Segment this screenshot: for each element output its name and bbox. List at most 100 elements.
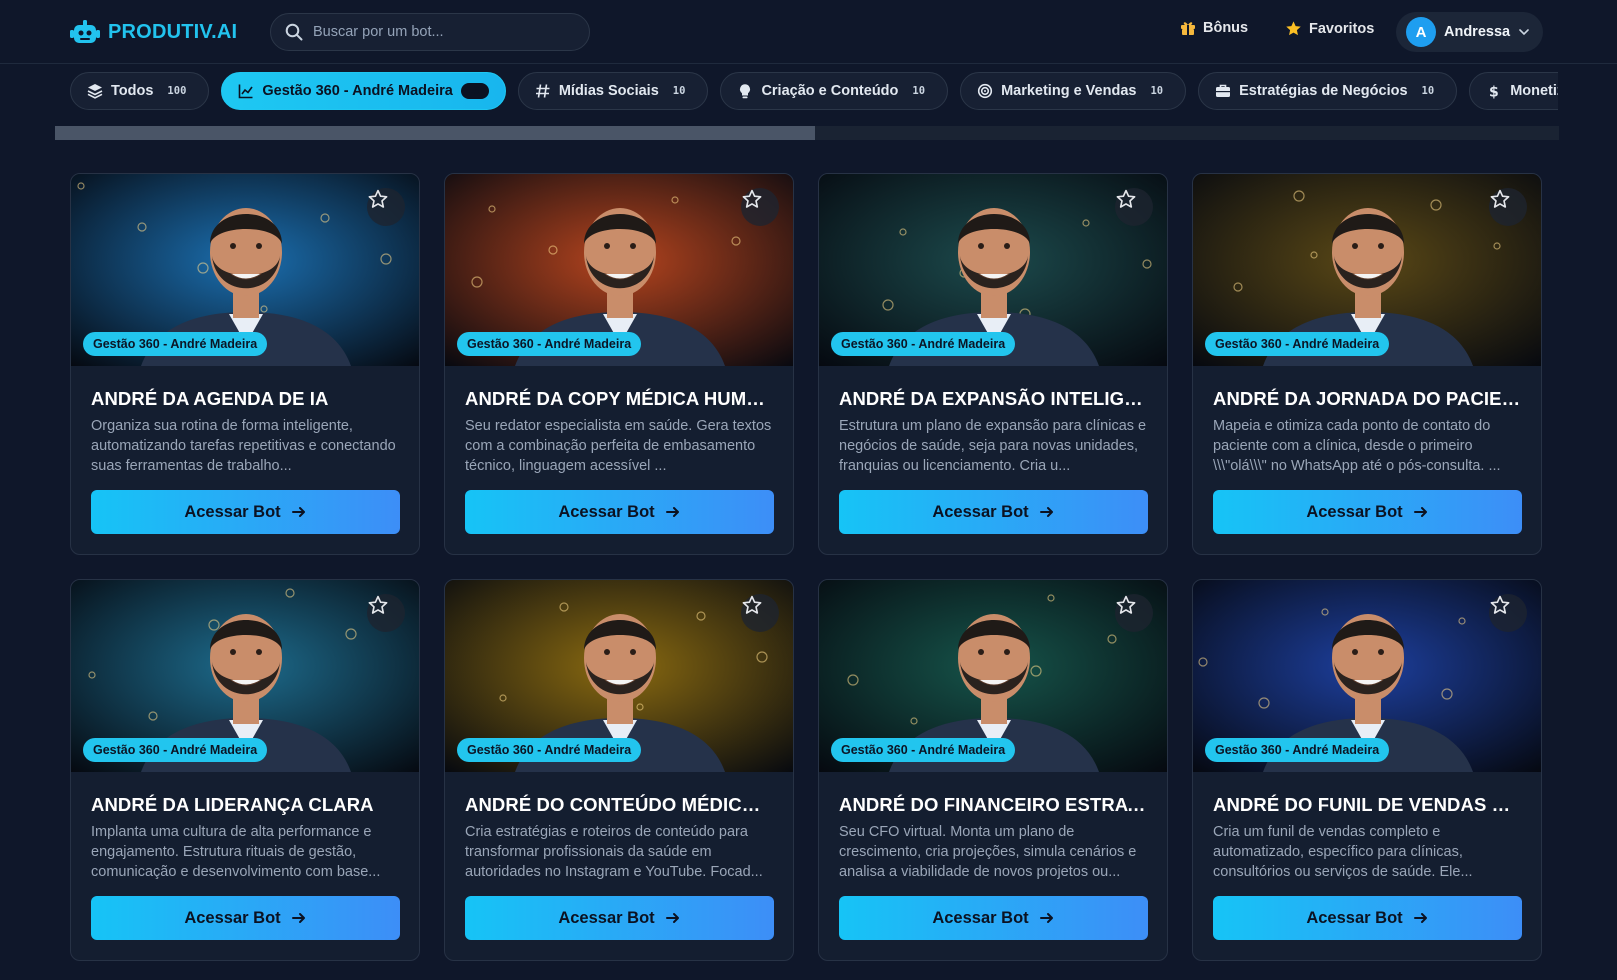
arrow-right-icon bbox=[1413, 507, 1427, 517]
star-outline-icon bbox=[1490, 189, 1510, 208]
category-tab-count: 10 bbox=[672, 85, 686, 97]
bot-image: Gestão 360 - André Madeira bbox=[1193, 580, 1541, 772]
star-outline-icon bbox=[1490, 595, 1510, 614]
user-menu[interactable]: A Andressa bbox=[1396, 12, 1543, 52]
arrow-right-icon bbox=[665, 913, 679, 923]
bot-title: ANDRÉ DA LIDERANÇA CLARA bbox=[91, 794, 374, 815]
category-tab[interactable]: Estratégias de Negócios 10 bbox=[1198, 72, 1458, 110]
bot-image: Gestão 360 - André Madeira bbox=[1193, 174, 1541, 366]
bonus-link[interactable]: Bônus bbox=[1180, 20, 1248, 36]
target-icon bbox=[977, 83, 993, 99]
category-tab[interactable]: Todos 100 bbox=[70, 72, 210, 110]
access-bot-button[interactable]: Acessar Bot bbox=[1213, 896, 1522, 940]
category-badge: Gestão 360 - André Madeira bbox=[457, 332, 642, 356]
category-tab-count: 10 bbox=[460, 83, 489, 99]
category-tab-label: Estratégias de Negócios bbox=[1239, 83, 1408, 99]
bot-description: Seu redator especialista em saúde. Gera … bbox=[465, 418, 772, 474]
bot-description: Seu CFO virtual. Monta um plano de cresc… bbox=[839, 824, 1137, 880]
star-outline-icon bbox=[1116, 595, 1136, 614]
star-outline-icon bbox=[368, 189, 388, 208]
category-tab[interactable]: Mídias Sociais 10 bbox=[517, 72, 709, 110]
arrow-right-icon bbox=[1413, 913, 1427, 923]
favorites-link[interactable]: Favoritos bbox=[1285, 20, 1374, 37]
bot-card: Gestão 360 - André Madeira ANDRÉ DO FUNIL… bbox=[1192, 579, 1542, 961]
card-body: ANDRÉ DO FUNIL DE VENDAS CL... Cria um fu… bbox=[1193, 772, 1541, 882]
star-outline-icon bbox=[368, 595, 388, 614]
category-tab[interactable]: $ Monetiza bbox=[1469, 72, 1558, 110]
access-bot-label: Acessar Bot bbox=[184, 502, 281, 521]
arrow-right-icon bbox=[1039, 507, 1053, 517]
scrollbar-thumb[interactable] bbox=[55, 126, 815, 140]
access-bot-button[interactable]: Acessar Bot bbox=[91, 490, 400, 534]
star-outline-icon bbox=[1116, 189, 1136, 208]
category-tab[interactable]: Criação e Conteúdo 10 bbox=[720, 72, 949, 110]
category-tab[interactable]: Gestão 360 - André Madeira 10 bbox=[221, 72, 506, 110]
dollar-icon: $ bbox=[1489, 85, 1499, 100]
favorite-button[interactable] bbox=[367, 594, 405, 632]
category-tab-count: 10 bbox=[1421, 85, 1435, 97]
bot-description: Implanta uma cultura de alta performance… bbox=[91, 824, 381, 880]
card-body: ANDRÉ DA AGENDA DE IA Organiza sua rotina… bbox=[71, 366, 419, 476]
star-outline-icon bbox=[742, 189, 762, 208]
bot-description: Mapeia e otimiza cada ponto de contato d… bbox=[1213, 418, 1501, 474]
bot-card: Gestão 360 - André Madeira ANDRÉ DA JORNA… bbox=[1192, 173, 1542, 555]
card-body: ANDRÉ DA JORNADA DO PACIEN... Mapeia e ot… bbox=[1193, 366, 1541, 476]
bot-card: Gestão 360 - André Madeira ANDRÉ DA EXPAN… bbox=[818, 173, 1168, 555]
access-bot-button[interactable]: Acessar Bot bbox=[1213, 490, 1522, 534]
access-bot-button[interactable]: Acessar Bot bbox=[465, 490, 774, 534]
bot-title: ANDRÉ DO FUNIL DE VENDAS CL... bbox=[1213, 794, 1521, 815]
access-bot-button[interactable]: Acessar Bot bbox=[839, 896, 1148, 940]
access-bot-button[interactable]: Acessar Bot bbox=[465, 896, 774, 940]
bot-description: Organiza sua rotina de forma inteligente… bbox=[91, 418, 396, 474]
category-badge: Gestão 360 - André Madeira bbox=[1205, 332, 1390, 356]
bot-image: Gestão 360 - André Madeira bbox=[71, 580, 419, 772]
bot-image: Gestão 360 - André Madeira bbox=[445, 174, 793, 366]
favorite-button[interactable] bbox=[741, 188, 779, 226]
card-body: ANDRÉ DA LIDERANÇA CLARA Implanta uma cul… bbox=[71, 772, 419, 882]
bot-title: ANDRÉ DO FINANCEIRO ESTRAT... bbox=[839, 794, 1147, 815]
access-bot-label: Acessar Bot bbox=[1306, 502, 1403, 521]
category-tab-label: Criação e Conteúdo bbox=[761, 83, 899, 99]
category-tab-label: Gestão 360 - André Madeira bbox=[262, 83, 453, 99]
gift-icon bbox=[1181, 22, 1195, 35]
category-badge: Gestão 360 - André Madeira bbox=[1205, 738, 1390, 762]
category-tab-label: Mídias Sociais bbox=[558, 83, 659, 99]
favorite-button[interactable] bbox=[1115, 188, 1153, 226]
bot-description: Cria um funil de vendas completo e autom… bbox=[1213, 824, 1473, 880]
brand-logo[interactable]: PRODUTIV.AI bbox=[70, 18, 237, 46]
category-tab-count: 10 bbox=[912, 85, 926, 97]
favorite-button[interactable] bbox=[1115, 594, 1153, 632]
category-badge: Gestão 360 - André Madeira bbox=[831, 332, 1016, 356]
bot-title: ANDRÉ DO CONTEÚDO MÉDICO ... bbox=[465, 794, 773, 815]
category-badge: Gestão 360 - André Madeira bbox=[83, 332, 268, 356]
favorite-button[interactable] bbox=[741, 594, 779, 632]
access-bot-button[interactable]: Acessar Bot bbox=[839, 490, 1148, 534]
bot-card: Gestão 360 - André Madeira ANDRÉ DA AGEND… bbox=[70, 173, 420, 555]
access-bot-label: Acessar Bot bbox=[184, 908, 281, 927]
card-body: ANDRÉ DA COPY MÉDICA HUMA... Seu redator … bbox=[445, 366, 793, 476]
search-box bbox=[270, 13, 590, 51]
briefcase-icon bbox=[1216, 84, 1231, 97]
category-badge: Gestão 360 - André Madeira bbox=[83, 738, 268, 762]
card-body: ANDRÉ DO FINANCEIRO ESTRAT... Seu CFO vir… bbox=[819, 772, 1167, 882]
favorite-button[interactable] bbox=[1489, 594, 1527, 632]
chevron-down-icon bbox=[1519, 29, 1529, 36]
bot-title: ANDRÉ DA JORNADA DO PACIEN... bbox=[1213, 388, 1521, 409]
layers-icon bbox=[87, 84, 103, 99]
access-bot-button[interactable]: Acessar Bot bbox=[91, 896, 400, 940]
tabs-scrollbar[interactable] bbox=[55, 126, 1559, 140]
bot-description: Cria estratégias e roteiros de conteúdo … bbox=[465, 824, 763, 880]
category-tab[interactable]: Marketing e Vendas 10 bbox=[960, 72, 1187, 110]
search-input[interactable] bbox=[313, 24, 573, 40]
hashtag-icon bbox=[535, 84, 550, 98]
favorite-button[interactable] bbox=[367, 188, 405, 226]
bot-card: Gestão 360 - André Madeira ANDRÉ DA COPY … bbox=[444, 173, 794, 555]
category-tab-label: Todos bbox=[111, 83, 154, 99]
category-badge: Gestão 360 - André Madeira bbox=[831, 738, 1016, 762]
card-body: ANDRÉ DO CONTEÚDO MÉDICO ... Cria estraté… bbox=[445, 772, 793, 882]
access-bot-label: Acessar Bot bbox=[932, 908, 1029, 927]
avatar: A bbox=[1406, 17, 1436, 47]
favorite-button[interactable] bbox=[1489, 188, 1527, 226]
access-bot-label: Acessar Bot bbox=[1306, 908, 1403, 927]
arrow-right-icon bbox=[291, 507, 305, 517]
